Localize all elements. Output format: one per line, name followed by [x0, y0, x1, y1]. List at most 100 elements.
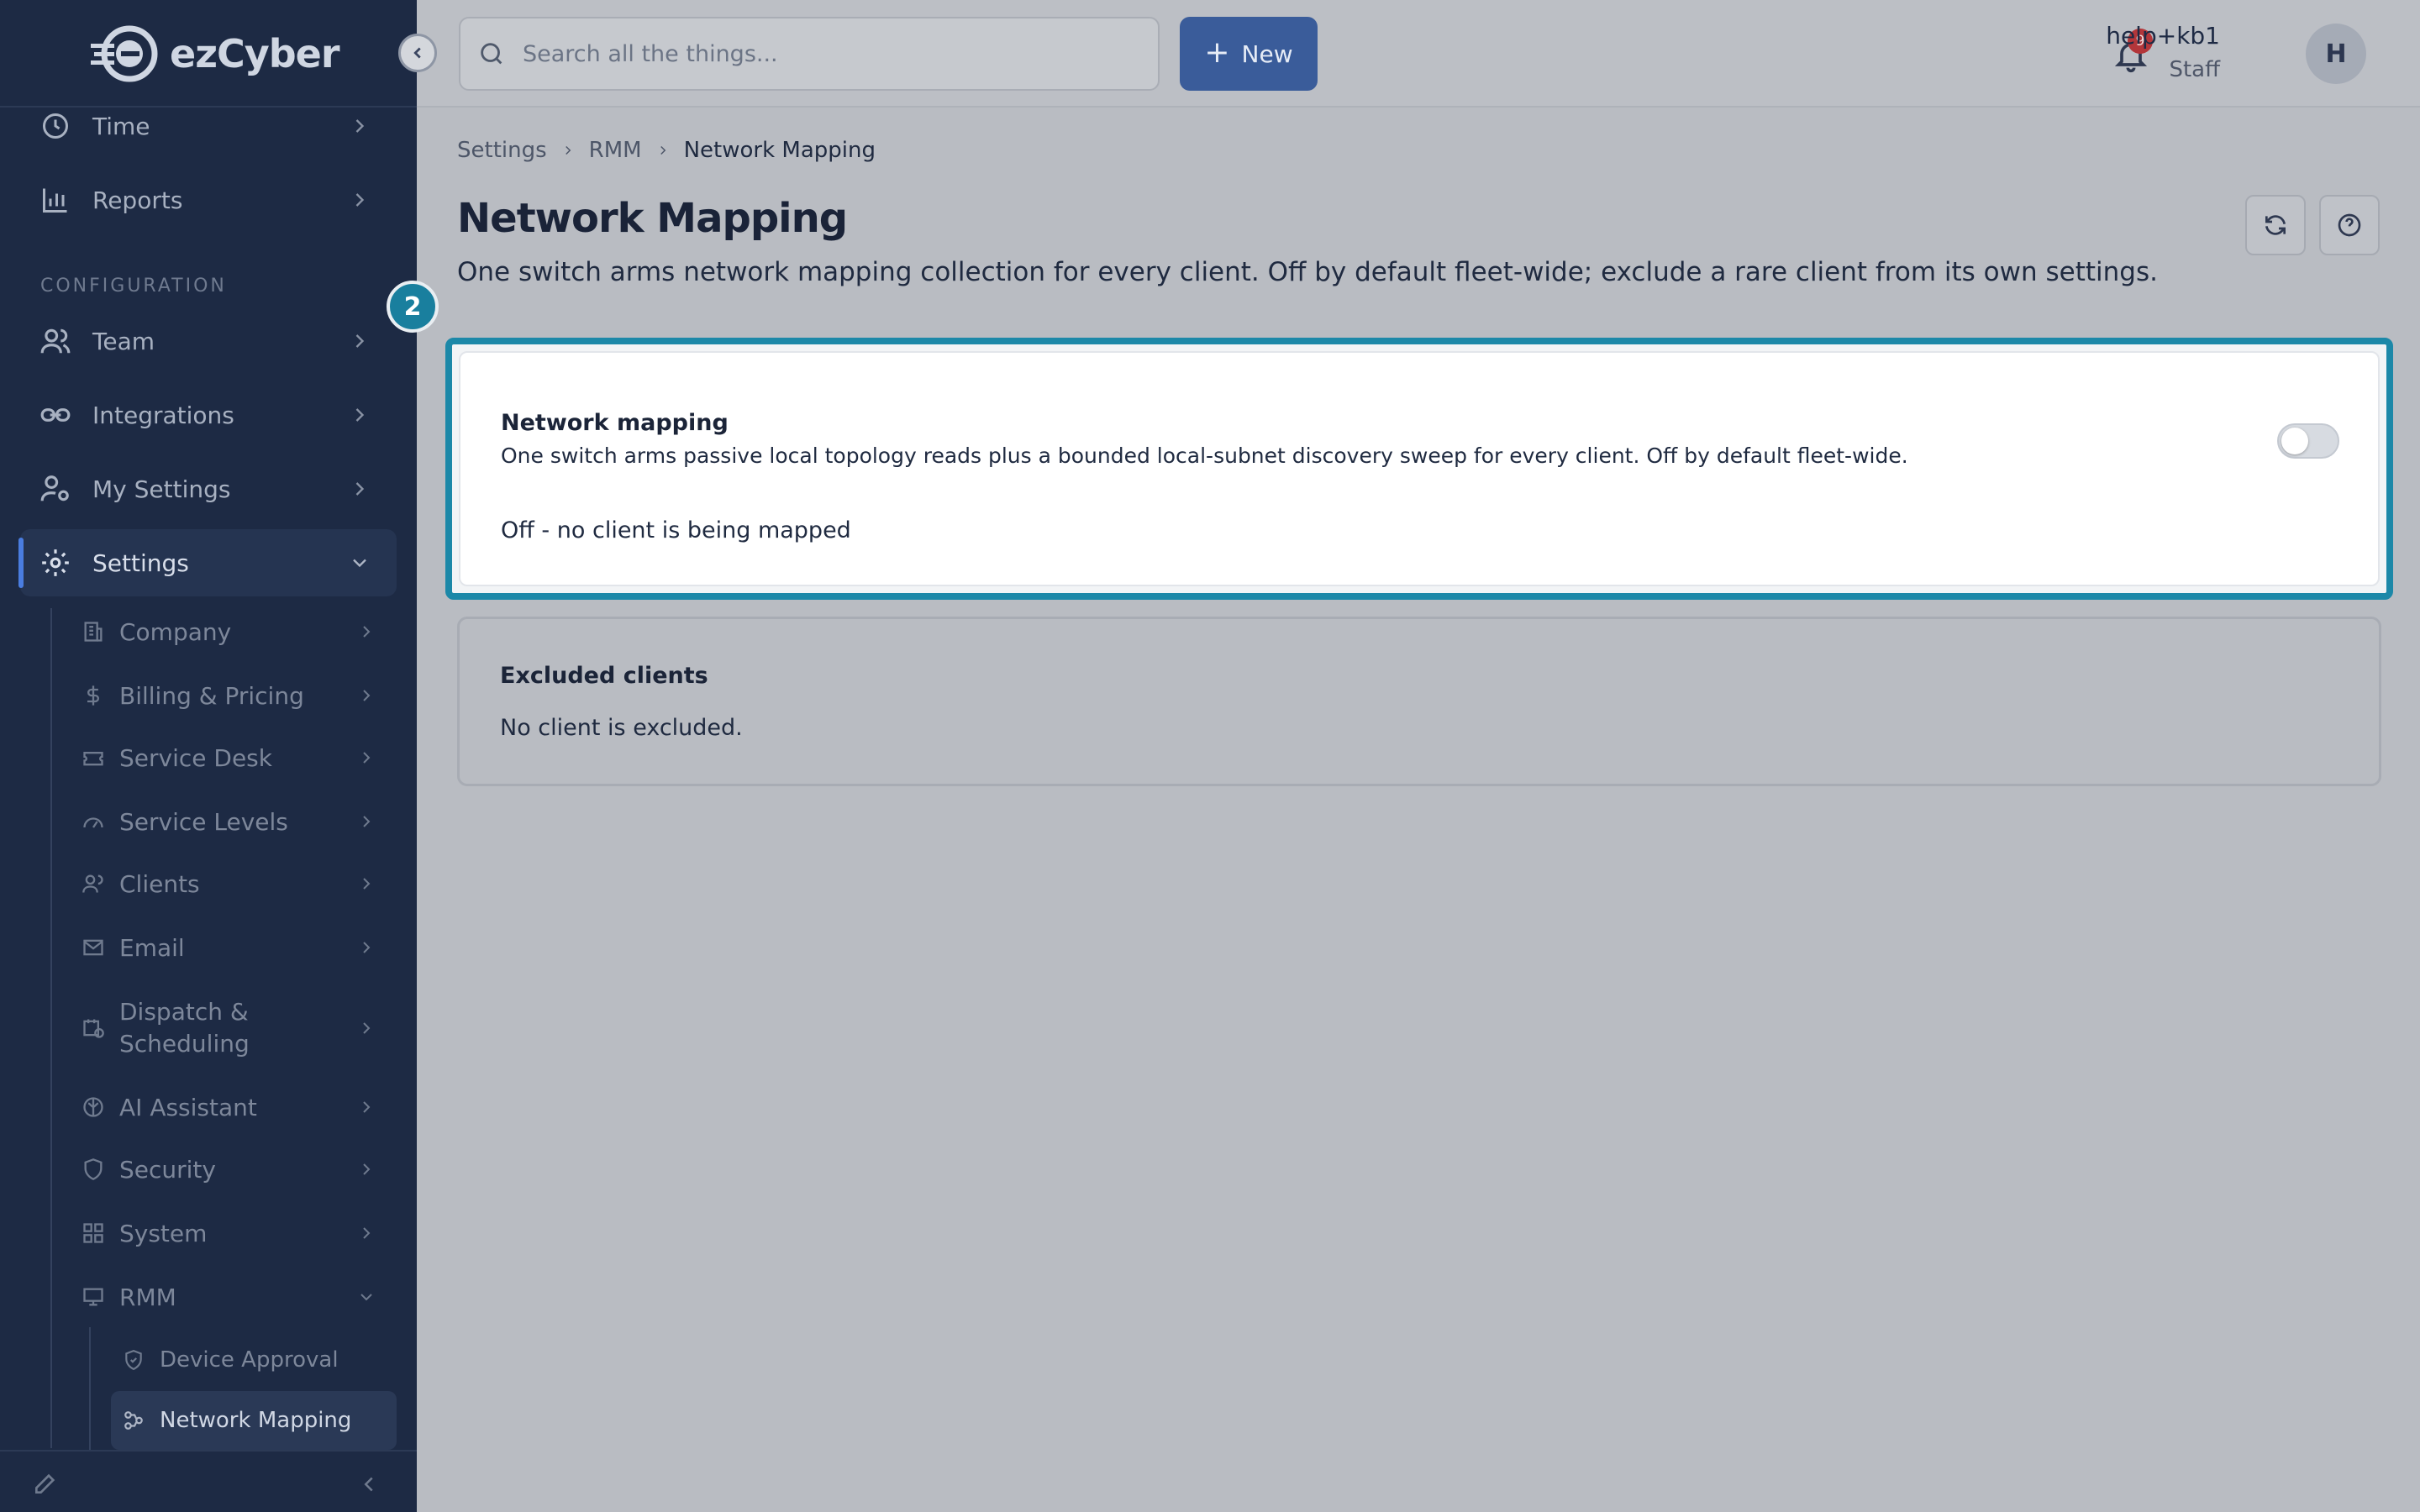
sidebar-item-label: Dispatch & Scheduling: [119, 998, 250, 1058]
chevron-left-icon[interactable]: [356, 1472, 381, 1497]
dollar-icon: [81, 683, 106, 708]
sidebar-item-time[interactable]: Time: [20, 92, 397, 160]
sidebar-item-label: Device Approval: [160, 1347, 339, 1373]
sidebar-item-email[interactable]: Email: [81, 931, 397, 964]
breadcrumb-item-settings[interactable]: Settings: [457, 138, 547, 163]
sidebar-footer: [0, 1450, 417, 1512]
sidebar-item-integrations[interactable]: Integrations: [20, 381, 397, 449]
user-name[interactable]: help+kb1: [2106, 22, 2220, 50]
network-icon: [124, 1411, 143, 1430]
search-icon: [481, 43, 502, 65]
chevron-right-icon: [363, 816, 371, 827]
collapse-sidebar-button[interactable]: [398, 34, 437, 72]
chevron-right-icon: [363, 1227, 371, 1239]
sidebar-item-label: Billing & Pricing: [119, 681, 304, 710]
sidebar-item-network-mapping[interactable]: Network Mapping: [111, 1391, 397, 1450]
tree-line: [50, 608, 52, 1448]
sidebar-item-label: RMM: [119, 1283, 176, 1311]
calendar-clock-icon: [81, 1016, 106, 1041]
sidebar-item-label: Company: [119, 617, 232, 646]
new-button[interactable]: + New: [1180, 17, 1318, 91]
monitor-icon: [81, 1284, 106, 1310]
chevron-right-icon: [363, 942, 371, 953]
sidebar-item-system[interactable]: System: [81, 1216, 397, 1250]
refresh-icon: [2265, 215, 2286, 235]
refresh-button[interactable]: [2245, 195, 2306, 255]
search-box[interactable]: [459, 17, 1160, 91]
sidebar-item-label: Time: [92, 112, 150, 140]
chevron-right-icon: [355, 193, 365, 207]
chevron-down-icon: [360, 1294, 372, 1301]
clients-icon: [81, 871, 106, 896]
user-role: Staff: [2169, 57, 2220, 82]
sidebar-item-reports[interactable]: Reports: [20, 166, 397, 234]
sidebar-item-service-desk[interactable]: Service Desk: [81, 741, 397, 774]
sidebar-item-label: Security: [119, 1155, 216, 1184]
sidebar-item-team[interactable]: Team: [20, 307, 397, 375]
network-mapping-toggle[interactable]: [2277, 423, 2339, 459]
sidebar-item-label: Network Mapping: [160, 1408, 352, 1433]
users-icon: [39, 324, 72, 358]
sidebar-item-label: Service Levels: [119, 807, 288, 836]
plus-icon: +: [1204, 34, 1230, 70]
search-input[interactable]: [523, 40, 1111, 67]
sidebar-item-my-settings[interactable]: My Settings: [20, 455, 397, 522]
excluded-clients-card: Excluded clients No client is excluded.: [457, 617, 2381, 786]
network-mapping-card: Network mapping One switch arms passive …: [459, 351, 2380, 586]
breadcrumb-item-current: Network Mapping: [683, 138, 876, 163]
sidebar-item-device-approval[interactable]: Device Approval: [111, 1331, 397, 1389]
sidebar-item-company[interactable]: Company: [81, 615, 397, 648]
sidebar-item-service-levels[interactable]: Service Levels: [81, 805, 397, 838]
help-button[interactable]: [2319, 195, 2380, 255]
page-description: One switch arms network mapping collecti…: [457, 257, 2158, 287]
chevron-right-icon: [363, 752, 371, 764]
pencil-icon[interactable]: [32, 1470, 59, 1497]
section-label-configuration: CONFIGURATION: [40, 276, 227, 297]
page-title: Network Mapping: [457, 195, 848, 242]
chevron-right-icon: [660, 145, 666, 155]
sidebar-item-label: Team: [92, 327, 155, 355]
sidebar-item-label: Integrations: [92, 401, 234, 429]
sidebar-item-label: Email: [119, 933, 185, 962]
sidebar-item-label: System: [119, 1219, 208, 1247]
link-icon: [39, 398, 72, 432]
gear-icon: [39, 546, 72, 580]
ticket-icon: [81, 745, 106, 770]
chevron-right-icon: [363, 626, 371, 638]
sidebar-item-ai-assistant[interactable]: AI Assistant: [81, 1090, 397, 1124]
avatar[interactable]: H: [2306, 24, 2366, 84]
breadcrumb-item-rmm[interactable]: RMM: [589, 138, 642, 163]
chevron-right-icon: [363, 878, 371, 890]
chevron-right-icon: [355, 119, 365, 133]
card-title: Network mapping: [501, 410, 729, 436]
card-title: Excluded clients: [500, 663, 708, 689]
breadcrumb: Settings RMM Network Mapping: [457, 138, 876, 163]
sidebar: ezCyber Time Reports CONFIGURATION Team …: [0, 0, 417, 1512]
toggle-knob: [2281, 428, 2308, 454]
sidebar-item-label: Clients: [119, 869, 200, 898]
chevron-right-icon: [363, 1101, 371, 1113]
sidebar-item-dispatch[interactable]: Dispatch & Scheduling: [81, 995, 397, 1062]
gauge-icon: [81, 809, 106, 834]
sidebar-item-label: Reports: [92, 186, 183, 214]
chevron-left-icon: [413, 47, 421, 59]
help-icon: [2338, 213, 2361, 237]
sidebar-item-billing[interactable]: Billing & Pricing: [81, 679, 397, 712]
brand-logo[interactable]: ezCyber: [89, 18, 340, 89]
sidebar-item-label: My Settings: [92, 475, 231, 503]
clock-icon: [39, 109, 72, 143]
mail-icon: [81, 935, 106, 960]
shield-check-icon: [125, 1350, 142, 1371]
brain-icon: [81, 1095, 106, 1120]
sidebar-item-settings[interactable]: Settings: [18, 529, 397, 596]
sidebar-item-label: AI Assistant: [119, 1093, 257, 1121]
sidebar-item-security[interactable]: Security: [81, 1152, 397, 1186]
sidebar-item-label: Settings: [92, 549, 189, 577]
sidebar-item-label: Service Desk: [119, 743, 272, 772]
sidebar-item-rmm[interactable]: RMM: [81, 1280, 397, 1314]
chevron-right-icon: [363, 1163, 371, 1175]
chevron-right-icon: [363, 1022, 371, 1034]
shield-icon: [81, 1157, 106, 1182]
sidebar-item-clients[interactable]: Clients: [81, 867, 397, 900]
chevron-right-icon: [355, 482, 365, 496]
